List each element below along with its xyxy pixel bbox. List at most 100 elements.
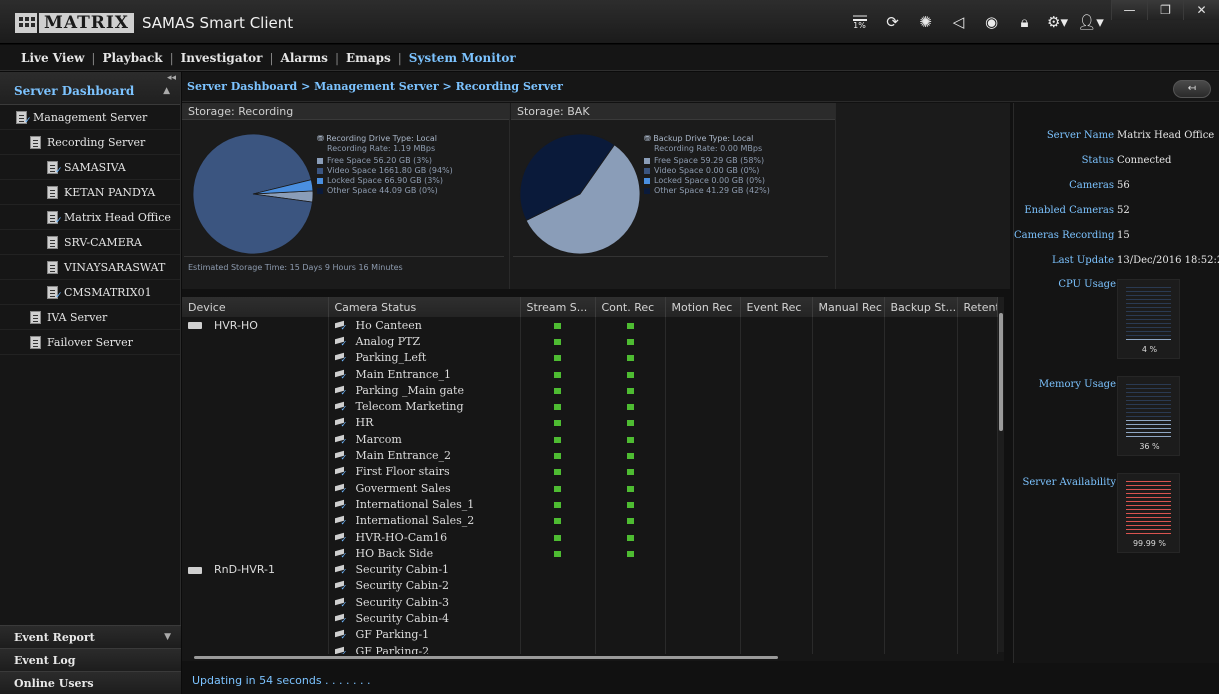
tree-item-vinaysaraswat[interactable]: VINAYSARASWAT bbox=[0, 255, 180, 280]
tree-item-matrix-head-office[interactable]: Matrix Head Office bbox=[0, 205, 180, 230]
estimated-storage-time: Estimated Storage Time: 15 Days 9 Hours … bbox=[188, 263, 403, 272]
tree-item-ketan-pandya[interactable]: KETAN PANDYA bbox=[0, 180, 180, 205]
table-row[interactable]: Main Entrance_2 bbox=[182, 447, 998, 464]
table-row[interactable]: RnD-HVR-1 Security Cabin-1 bbox=[182, 561, 998, 578]
menu-system-monitor[interactable]: System Monitor bbox=[402, 51, 523, 65]
restore-button[interactable]: ❐ bbox=[1147, 0, 1183, 20]
vertical-scrollbar[interactable] bbox=[998, 297, 1004, 652]
menu-live-view[interactable]: Live View bbox=[14, 51, 91, 65]
table-row[interactable]: Telecom Marketing bbox=[182, 398, 998, 415]
lock-icon[interactable]: 🔒︎ bbox=[1008, 12, 1041, 32]
empty-cell bbox=[957, 382, 998, 399]
tab-online-users[interactable]: Online Users bbox=[0, 671, 181, 694]
table-row[interactable]: First Floor stairs bbox=[182, 463, 998, 480]
column-header[interactable]: Event Rec bbox=[740, 297, 813, 317]
table-row[interactable]: Marcom bbox=[182, 431, 998, 448]
tab-event-log[interactable]: Event Log bbox=[0, 648, 181, 671]
table-row[interactable]: HVR-HO Ho Canteen bbox=[182, 317, 998, 334]
tab-event-report[interactable]: Event Report ▼ bbox=[0, 625, 181, 648]
user-icon[interactable]: 👤︎▾ bbox=[1074, 12, 1107, 32]
column-header[interactable]: Camera Status bbox=[328, 297, 521, 317]
table-row[interactable]: Parking_Left bbox=[182, 349, 998, 366]
camera-icon bbox=[335, 549, 348, 560]
table-row[interactable]: International Sales_1 bbox=[182, 496, 998, 513]
column-header[interactable]: Device bbox=[182, 297, 329, 317]
table-row[interactable]: HVR-HO-Cam16 bbox=[182, 528, 998, 546]
empty-cell bbox=[884, 577, 958, 595]
tree-item-srv-camera[interactable]: SRV-CAMERA bbox=[0, 230, 180, 255]
status-label: Status bbox=[1081, 155, 1114, 166]
cont-rec-cell bbox=[595, 382, 666, 399]
tree-item-samasiva[interactable]: SAMASIVA bbox=[0, 155, 180, 180]
column-header[interactable]: Backup St... bbox=[884, 297, 958, 317]
column-header[interactable]: Motion Rec bbox=[665, 297, 741, 317]
column-header[interactable]: Cont. Rec bbox=[595, 297, 666, 317]
cpu-indicator-value: 1% bbox=[853, 20, 866, 30]
menu-alarms[interactable]: Alarms bbox=[274, 51, 335, 65]
collapse-sidebar-icon[interactable]: ◂◂ bbox=[167, 73, 176, 83]
empty-cell bbox=[957, 594, 998, 611]
cameras-value: 56 bbox=[1117, 180, 1130, 191]
empty-cell bbox=[665, 577, 741, 595]
sidebar-header[interactable]: Server Dashboard ▲ ◂◂ bbox=[0, 72, 180, 105]
cpu-indicator-icon[interactable]: 1% bbox=[843, 12, 876, 32]
refresh-icon[interactable]: ⟳ bbox=[876, 12, 909, 32]
table-row[interactable]: GF Parking-1 bbox=[182, 626, 998, 643]
tree-item-iva-server[interactable]: IVA Server bbox=[0, 305, 180, 330]
camera-name: International Sales_2 bbox=[355, 514, 475, 528]
table-row[interactable]: Parking _Main gate bbox=[182, 382, 998, 399]
close-button[interactable]: ✕ bbox=[1183, 0, 1219, 20]
table-row[interactable]: Analog PTZ bbox=[182, 333, 998, 350]
table-row[interactable]: International Sales_2 bbox=[182, 512, 998, 529]
table-row[interactable]: HR bbox=[182, 414, 998, 432]
table-row[interactable]: Security Cabin-2 bbox=[182, 577, 998, 595]
column-header[interactable]: Manual Rec bbox=[812, 297, 885, 317]
cont-rec-cell bbox=[595, 496, 666, 513]
column-header[interactable]: Stream S... bbox=[520, 297, 596, 317]
enabled-cameras-label: Enabled Cameras bbox=[1024, 205, 1114, 216]
table-row[interactable]: Security Cabin-4 bbox=[182, 610, 998, 627]
horizontal-scroll-thumb[interactable] bbox=[194, 656, 778, 659]
navigate-icon[interactable]: ◁ bbox=[942, 12, 975, 32]
collapse-up-icon[interactable]: ▲ bbox=[163, 86, 170, 96]
menu-investigator[interactable]: Investigator bbox=[174, 51, 270, 65]
empty-cell bbox=[812, 626, 885, 643]
tree-item-recording-server[interactable]: Recording Server bbox=[0, 130, 180, 155]
status-ok-indicator bbox=[554, 436, 561, 443]
empty-cell bbox=[665, 463, 741, 480]
tree-item-label: Matrix Head Office bbox=[64, 210, 171, 224]
camera-name: Security Cabin-3 bbox=[355, 595, 450, 609]
column-header[interactable]: Retenti bbox=[957, 297, 998, 317]
alarm-light-icon[interactable]: ✺ bbox=[909, 12, 942, 32]
tree-item-management-server[interactable]: Management Server bbox=[0, 105, 180, 130]
gauge-segment bbox=[1126, 388, 1171, 389]
table-row[interactable]: HO Back Side bbox=[182, 545, 998, 562]
minimize-button[interactable]: — bbox=[1111, 0, 1147, 20]
horizontal-scrollbar[interactable] bbox=[182, 654, 998, 661]
gauge-segment bbox=[1126, 400, 1171, 401]
device-cell bbox=[182, 626, 329, 643]
globe-icon[interactable]: ◉ bbox=[975, 12, 1008, 32]
device-cell bbox=[182, 349, 329, 366]
vertical-scroll-thumb[interactable] bbox=[999, 313, 1003, 431]
camera-cell: Security Cabin-3 bbox=[328, 594, 521, 611]
tree-item-cmsmatrix01[interactable]: CMSMATRIX01 bbox=[0, 280, 180, 305]
tree-item-failover-server[interactable]: Failover Server bbox=[0, 330, 180, 355]
legend-label: Free Space 56.20 GB (3%) bbox=[327, 156, 433, 165]
gauge-segment bbox=[1126, 424, 1171, 425]
cont-rec-cell bbox=[595, 414, 666, 432]
status-ok-indicator bbox=[626, 404, 634, 411]
table-row[interactable]: Security Cabin-3 bbox=[182, 594, 998, 611]
tree-item-label: KETAN PANDYA bbox=[64, 185, 156, 199]
menu-playback[interactable]: Playback bbox=[95, 51, 169, 65]
table-row[interactable]: Goverment Sales bbox=[182, 479, 998, 497]
menu-emaps[interactable]: Emaps bbox=[339, 51, 398, 65]
settings-icon[interactable]: ⚙▾ bbox=[1041, 12, 1074, 32]
empty-cell bbox=[740, 447, 813, 464]
back-button[interactable]: ↤ bbox=[1173, 80, 1211, 98]
breadcrumb[interactable]: Server Dashboard > Management Server > R… bbox=[182, 72, 1219, 102]
empty-cell bbox=[957, 561, 998, 578]
table-row[interactable]: Main Entrance_1 bbox=[182, 365, 998, 383]
empty-cell bbox=[812, 594, 885, 611]
tree-item-label: Management Server bbox=[33, 110, 148, 124]
